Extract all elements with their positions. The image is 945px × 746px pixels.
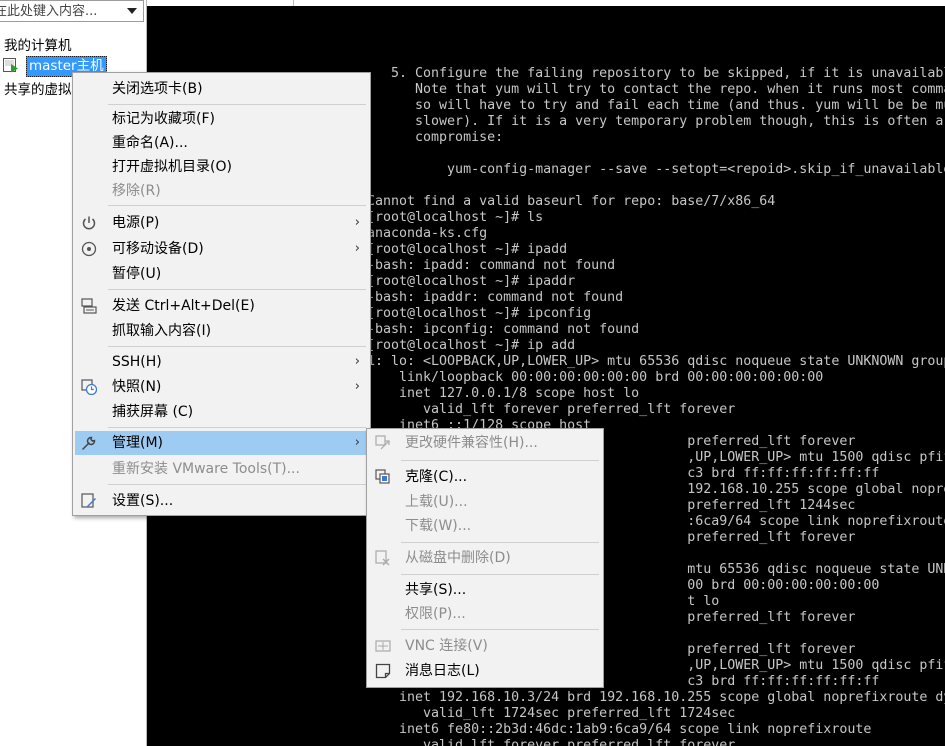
chevron-down-icon[interactable]: [121, 1, 143, 21]
menu-separator: [401, 460, 599, 461]
manage-submenu: 更改硬件兼容性(H)... 克隆(C)... 上载(U)... 下载(W)...…: [366, 428, 604, 688]
menu-separator: [108, 484, 366, 485]
console-line: valid_lft 1724sec preferred_lft 1724sec: [367, 706, 736, 721]
menu-separator: [108, 346, 366, 347]
console-line: [root@localhost ~]# ls: [367, 210, 544, 225]
console-line: inet6 fe80::2b3d:46dc:1ab9:6ca9/64 scope…: [367, 722, 872, 737]
snapshot-clock-icon: [81, 379, 97, 395]
console-line: Cannot find a valid baseurl for repo: ba…: [367, 194, 776, 209]
menu-item-reinstall-vmware-tools: 重新安装 VMware Tools(T)...: [112, 461, 300, 477]
delete-disk-icon: [375, 550, 391, 566]
library-search-input[interactable]: [0, 1, 118, 21]
menu-item-delete-from-disk: 从磁盘中删除(D): [369, 546, 601, 570]
menu-item-ssh[interactable]: SSH(H) ›: [75, 350, 368, 374]
settings-pencil-icon: [81, 493, 97, 509]
menu-item-send-ctrl-alt-del[interactable]: 发送 Ctrl+Alt+Del(E): [75, 294, 368, 318]
menu-item-message-log[interactable]: 消息日志(L): [369, 659, 601, 683]
console-line: slower). If it is a very temporary probl…: [367, 114, 945, 129]
console-line: inet 192.168.10.3/24 brd 192.168.10.255 …: [367, 690, 945, 705]
menu-item-favorite[interactable]: 标记为收藏项(F): [75, 107, 368, 131]
menu-item-permissions: 权限(P)...: [405, 606, 466, 622]
menu-item-removable-devices[interactable]: 可移动设备(D) ›: [75, 237, 368, 261]
console-line: -bash: ipaddr: command not found: [367, 290, 624, 305]
menu-separator: [108, 427, 366, 428]
console-line: 5. Configure the failing repository to b…: [367, 66, 945, 81]
console-line: -bash: ipadd: command not found: [367, 258, 616, 273]
menu-item-change-hardware-compat: 更改硬件兼容性(H)...: [369, 431, 601, 455]
console-line: [root@localhost ~]# ip add: [367, 338, 576, 353]
menu-item-snapshot[interactable]: 快照(N) ›: [75, 375, 368, 399]
console-line: [root@localhost ~]# ipadd: [367, 242, 568, 257]
menu-item-pause[interactable]: 暂停(U): [75, 262, 368, 286]
menu-separator: [108, 205, 366, 206]
menu-item-clone[interactable]: 克隆(C)...: [369, 465, 601, 489]
menu-separator: [401, 542, 599, 543]
chevron-right-icon: ›: [354, 354, 360, 369]
console-line: inet 127.0.0.1/8 scope host lo: [367, 386, 640, 401]
menu-item-manage[interactable]: 管理(M) ›: [75, 431, 368, 455]
console-line: valid_lft forever preferred_lft forever: [367, 738, 736, 746]
chevron-right-icon: ›: [354, 241, 360, 256]
menu-item-settings[interactable]: 设置(S)...: [75, 489, 368, 513]
console-line: yum-config-manager --save --setopt=<repo…: [367, 162, 945, 177]
menu-item-vnc-connection: VNC 连接(V): [369, 634, 601, 658]
console-line: valid_lft forever preferred_lft forever: [367, 402, 736, 417]
removable-device-icon: [81, 241, 97, 257]
console-line: link/loopback 00:00:00:00:00:00 brd 00:0…: [367, 370, 824, 385]
clone-icon: [375, 469, 391, 485]
console-line: compromise:: [367, 130, 504, 145]
console-line: [root@localhost ~]# ipconfig: [367, 306, 592, 321]
console-line: [root@localhost ~]# ipaddr: [367, 274, 576, 289]
menu-item-open-vm-directory[interactable]: 打开虚拟机目录(O): [75, 155, 368, 179]
chevron-right-icon: ›: [354, 215, 360, 230]
menu-separator: [108, 289, 366, 290]
vnc-icon: [375, 638, 391, 654]
console-line: anaconda-ks.cfg: [367, 226, 488, 241]
menu-item-share[interactable]: 共享(S)...: [369, 578, 601, 602]
menu-item-close-tab[interactable]: 关闭选项卡(B): [75, 77, 368, 101]
menu-separator: [401, 574, 599, 575]
chevron-right-icon: ›: [354, 435, 360, 450]
console-line: Note that yum will try to contact the re…: [367, 82, 945, 97]
menu-item-download: 下载(W)...: [405, 518, 472, 534]
power-icon: [81, 215, 97, 231]
chevron-right-icon: ›: [354, 379, 360, 394]
vm-context-menu: 关闭选项卡(B) 标记为收藏项(F) 重命名(A)... 打开虚拟机目录(O) …: [72, 72, 371, 516]
tree-item-my-computer[interactable]: 我的计算机: [4, 34, 72, 54]
menu-item-remove: 移除(R): [112, 183, 161, 199]
menu-item-capture-screen[interactable]: 捕获屏幕 (C): [75, 400, 368, 424]
console-line: 1: lo: <LOOPBACK,UP,LOWER_UP> mtu 65536 …: [367, 354, 945, 369]
menu-item-upload: 上载(U)...: [405, 494, 468, 510]
hardware-compat-icon: [375, 435, 391, 451]
menu-item-rename[interactable]: 重命名(A)...: [75, 131, 368, 155]
menu-separator: [108, 104, 366, 105]
vm-running-icon: [3, 58, 19, 73]
menu-item-power[interactable]: 电源(P) ›: [75, 211, 368, 235]
library-search: [0, 0, 144, 22]
wrench-icon: [81, 435, 97, 451]
keyboard-send-icon: [81, 298, 97, 314]
console-line: so will have to try and fail each time (…: [367, 98, 945, 113]
menu-item-grab-input[interactable]: 抓取输入内容(I): [75, 319, 368, 343]
menu-separator: [401, 629, 599, 630]
console-line: -bash: ipconfig: command not found: [367, 322, 640, 337]
message-log-icon: [375, 663, 391, 679]
